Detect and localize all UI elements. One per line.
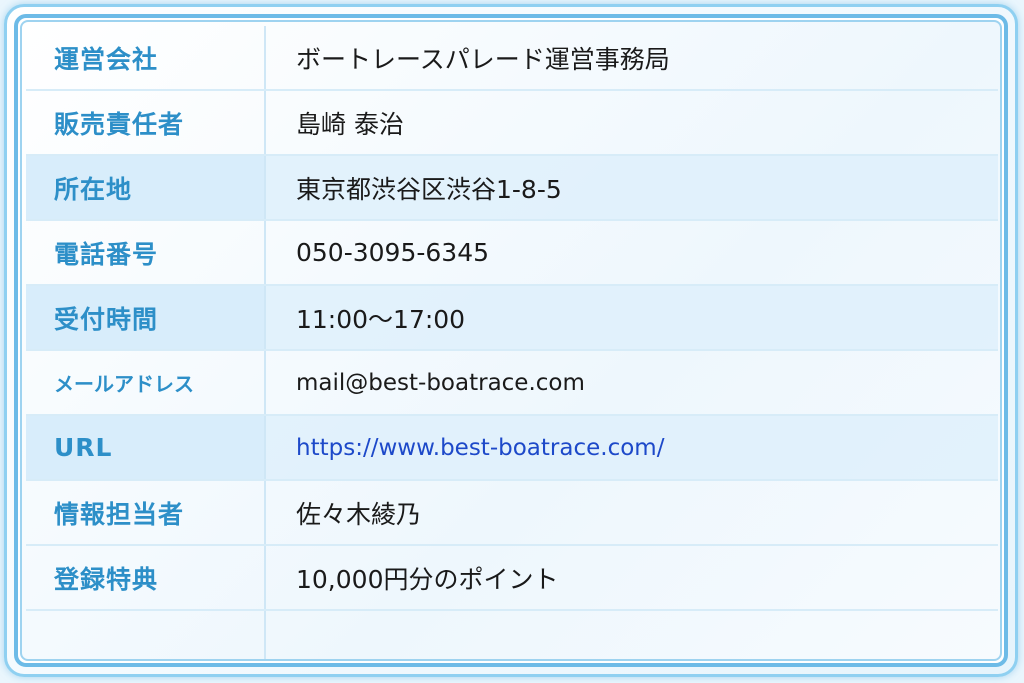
row-label-empty xyxy=(26,610,266,659)
company-info-table: 運営会社 ボートレースパレード運営事務局 販売責任者 島崎 泰治 所在地 東京都… xyxy=(26,26,998,659)
table-row: 運営会社 ボートレースパレード運営事務局 xyxy=(26,26,998,91)
row-label-phone: 電話番号 xyxy=(26,220,266,286)
table-row: 情報担当者 佐々木綾乃 xyxy=(26,480,998,546)
table-row: 所在地 東京都渋谷区渋谷1-8-5 xyxy=(26,155,998,221)
row-value-info-contact: 佐々木綾乃 xyxy=(265,480,998,546)
row-label-url: URL xyxy=(26,415,266,481)
info-panel: 運営会社 ボートレースパレード運営事務局 販売責任者 島崎 泰治 所在地 東京都… xyxy=(20,20,1002,661)
row-label-info-contact: 情報担当者 xyxy=(26,480,266,546)
table-row: メールアドレス mail@best-boatrace.com xyxy=(26,350,998,416)
table-row: URL https://www.best-boatrace.com/ xyxy=(26,415,998,481)
table-row: 登録特典 10,000円分のポイント xyxy=(26,545,998,611)
row-value-phone: 050-3095-6345 xyxy=(265,220,998,286)
row-label-sales-manager: 販売責任者 xyxy=(26,90,266,156)
row-label-company: 運営会社 xyxy=(26,26,266,91)
table-row: 電話番号 050-3095-6345 xyxy=(26,220,998,286)
row-label-email: メールアドレス xyxy=(26,350,266,416)
row-value-sales-manager: 島崎 泰治 xyxy=(265,90,998,156)
row-label-signup-bonus: 登録特典 xyxy=(26,545,266,611)
row-value-signup-bonus: 10,000円分のポイント xyxy=(265,545,998,611)
row-value-hours: 11:00〜17:00 xyxy=(265,285,998,351)
table-row-empty xyxy=(26,610,998,659)
row-value-url-link[interactable]: https://www.best-boatrace.com/ xyxy=(265,415,998,481)
row-value-email[interactable]: mail@best-boatrace.com xyxy=(265,350,998,416)
row-value-empty xyxy=(265,610,998,659)
table-row: 受付時間 11:00〜17:00 xyxy=(26,285,998,351)
row-label-address: 所在地 xyxy=(26,155,266,221)
row-value-company: ボートレースパレード運営事務局 xyxy=(265,26,998,91)
row-value-address: 東京都渋谷区渋谷1-8-5 xyxy=(265,155,998,221)
table-row: 販売責任者 島崎 泰治 xyxy=(26,90,998,156)
row-label-hours: 受付時間 xyxy=(26,285,266,351)
